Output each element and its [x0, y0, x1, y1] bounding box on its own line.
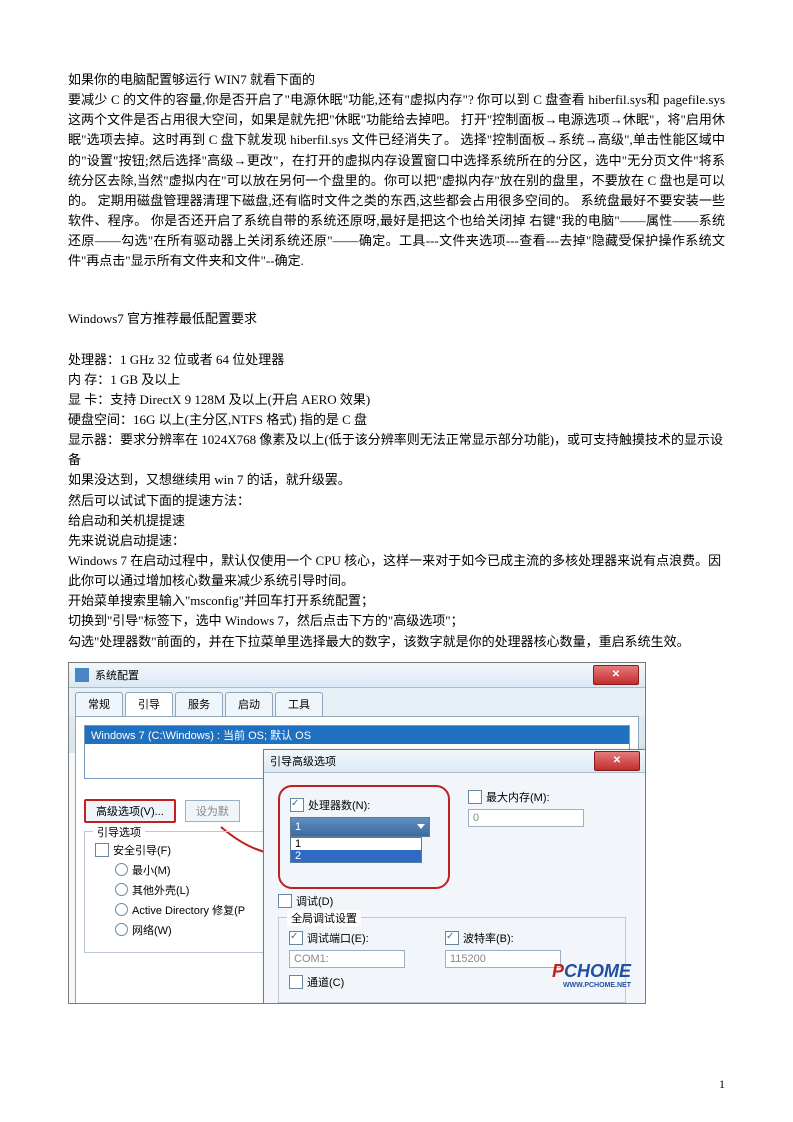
radio-ad-label: Active Directory 修复(P [132, 902, 245, 918]
spec-ram: 内 存：1 GB 及以上 [68, 370, 725, 390]
radio-altshell[interactable] [115, 883, 128, 896]
boot-options-group: 引导选项 安全引导(F) 最小(M) 其他外壳(L) Active Direct… [84, 831, 288, 953]
dropdown-value: 1 [295, 821, 301, 833]
baud-label: 波特率(B): [463, 930, 514, 946]
radio-minimal-label: 最小(M) [132, 862, 171, 878]
debug-port-input[interactable]: COM1: [289, 950, 405, 968]
page-number: 1 [719, 1077, 725, 1092]
os-entry[interactable]: Windows 7 (C:\Windows) : 当前 OS; 默认 OS [85, 726, 629, 744]
set-default-button[interactable]: 设为默 [185, 800, 240, 822]
max-memory-group: 最大内存(M): 0 [468, 785, 584, 827]
close-button[interactable]: ✕ [593, 665, 639, 685]
spec-l7: 切换到"引导"标签下，选中 Windows 7，然后点击下方的"高级选项"； [68, 611, 725, 631]
processor-count-checkbox[interactable] [290, 798, 304, 812]
close-icon: ✕ [613, 755, 621, 766]
max-memory-input[interactable]: 0 [468, 809, 584, 827]
debug-port-label: 调试端口(E): [307, 930, 369, 946]
spec-l4: 先来说说启动提速： [68, 531, 725, 551]
highlight-annotation: 处理器数(N): 1 1 2 [278, 785, 450, 889]
window-title: 系统配置 [95, 667, 139, 683]
processor-dropdown[interactable]: 1 [290, 817, 430, 837]
radio-network-label: 网络(W) [132, 922, 172, 938]
safe-boot-checkbox[interactable] [95, 843, 109, 857]
spec-l2: 然后可以试试下面的提速方法： [68, 491, 725, 511]
intro-line: 如果你的电脑配置够运行 WIN7 就看下面的 [68, 70, 725, 90]
logo-chome: CHOME [564, 961, 631, 981]
logo-p: P [552, 961, 564, 981]
debug-checkbox[interactable] [278, 894, 292, 908]
dropdown-option[interactable]: 2 [291, 850, 421, 862]
spec-l8: 勾选"处理器数"前面的，并在下拉菜单里选择最大的数字，该数字就是你的处理器核心数… [68, 632, 725, 652]
global-debug-legend: 全局调试设置 [287, 910, 361, 926]
tab-general[interactable]: 常规 [75, 692, 123, 716]
chevron-down-icon [417, 824, 425, 829]
radio-network[interactable] [115, 923, 128, 936]
safe-boot-label: 安全引导(F) [113, 842, 171, 858]
max-memory-label: 最大内存(M): [486, 789, 550, 805]
spec-display: 显示器：要求分辨率在 1024X768 像素及以上(低于该分辨率则无法正常显示部… [68, 430, 725, 470]
spec-disk: 硬盘空间：16G 以上(主分区,NTFS 格式) 指的是 C 盘 [68, 410, 725, 430]
channel-label: 通道(C) [307, 974, 344, 990]
watermark-logo: PCHOME WWW.PCHOME.NET [552, 961, 631, 989]
sub-titlebar: 引导高级选项 ✕ [264, 750, 646, 773]
sub-close-button[interactable]: ✕ [594, 751, 640, 771]
window-titlebar: 系统配置 ✕ [69, 663, 645, 688]
main-paragraph: 要减少 C 的文件的容量,你是否开启了"电源休眠"功能,还有"虚拟内存"? 你可… [68, 90, 725, 271]
tab-tools[interactable]: 工具 [275, 692, 323, 716]
tab-startup[interactable]: 启动 [225, 692, 273, 716]
logo-url: WWW.PCHOME.NET [552, 982, 631, 989]
radio-altshell-label: 其他外壳(L) [132, 882, 189, 898]
section-title: Windows7 官方推荐最低配置要求 [68, 309, 725, 329]
baud-checkbox[interactable] [445, 931, 459, 945]
spec-cpu: 处理器：1 GHz 32 位或者 64 位处理器 [68, 350, 725, 370]
spec-l5: Windows 7 在启动过程中，默认仅使用一个 CPU 核心，这样一来对于如今… [68, 551, 725, 591]
radio-ad-repair[interactable] [115, 903, 128, 916]
boot-options-legend: 引导选项 [93, 824, 145, 840]
spec-l6: 开始菜单搜索里输入"msconfig"并回车打开系统配置； [68, 591, 725, 611]
tab-boot[interactable]: 引导 [125, 692, 173, 716]
spec-gpu: 显 卡：支持 DirectX 9 128M 及以上(开启 AERO 效果) [68, 390, 725, 410]
advanced-options-button[interactable]: 高级选项(V)... [84, 799, 176, 823]
tab-services[interactable]: 服务 [175, 692, 223, 716]
sub-title-text: 引导高级选项 [270, 753, 336, 769]
max-memory-checkbox[interactable] [468, 790, 482, 804]
processor-count-label: 处理器数(N): [308, 797, 370, 813]
spec-l1: 如果没达到，又想继续用 win 7 的话，就升级罢。 [68, 470, 725, 490]
app-icon [75, 668, 89, 682]
tabs-bar: 常规 引导 服务 启动 工具 [69, 688, 645, 716]
debug-label: 调试(D) [296, 893, 333, 909]
msconfig-window: 系统配置 ✕ 常规 引导 服务 启动 工具 Windows 7 (C:\Wind… [68, 662, 646, 1004]
dropdown-list[interactable]: 1 2 [290, 837, 422, 863]
radio-minimal[interactable] [115, 863, 128, 876]
channel-checkbox[interactable] [289, 975, 303, 989]
global-debug-group: 全局调试设置 调试端口(E): COM1: 通道(C) [278, 917, 626, 1003]
debug-port-checkbox[interactable] [289, 931, 303, 945]
close-icon: ✕ [612, 669, 620, 680]
baud-input[interactable]: 115200 [445, 950, 561, 968]
dropdown-option[interactable]: 1 [291, 838, 421, 850]
spec-l3: 给启动和关机提提速 [68, 511, 725, 531]
